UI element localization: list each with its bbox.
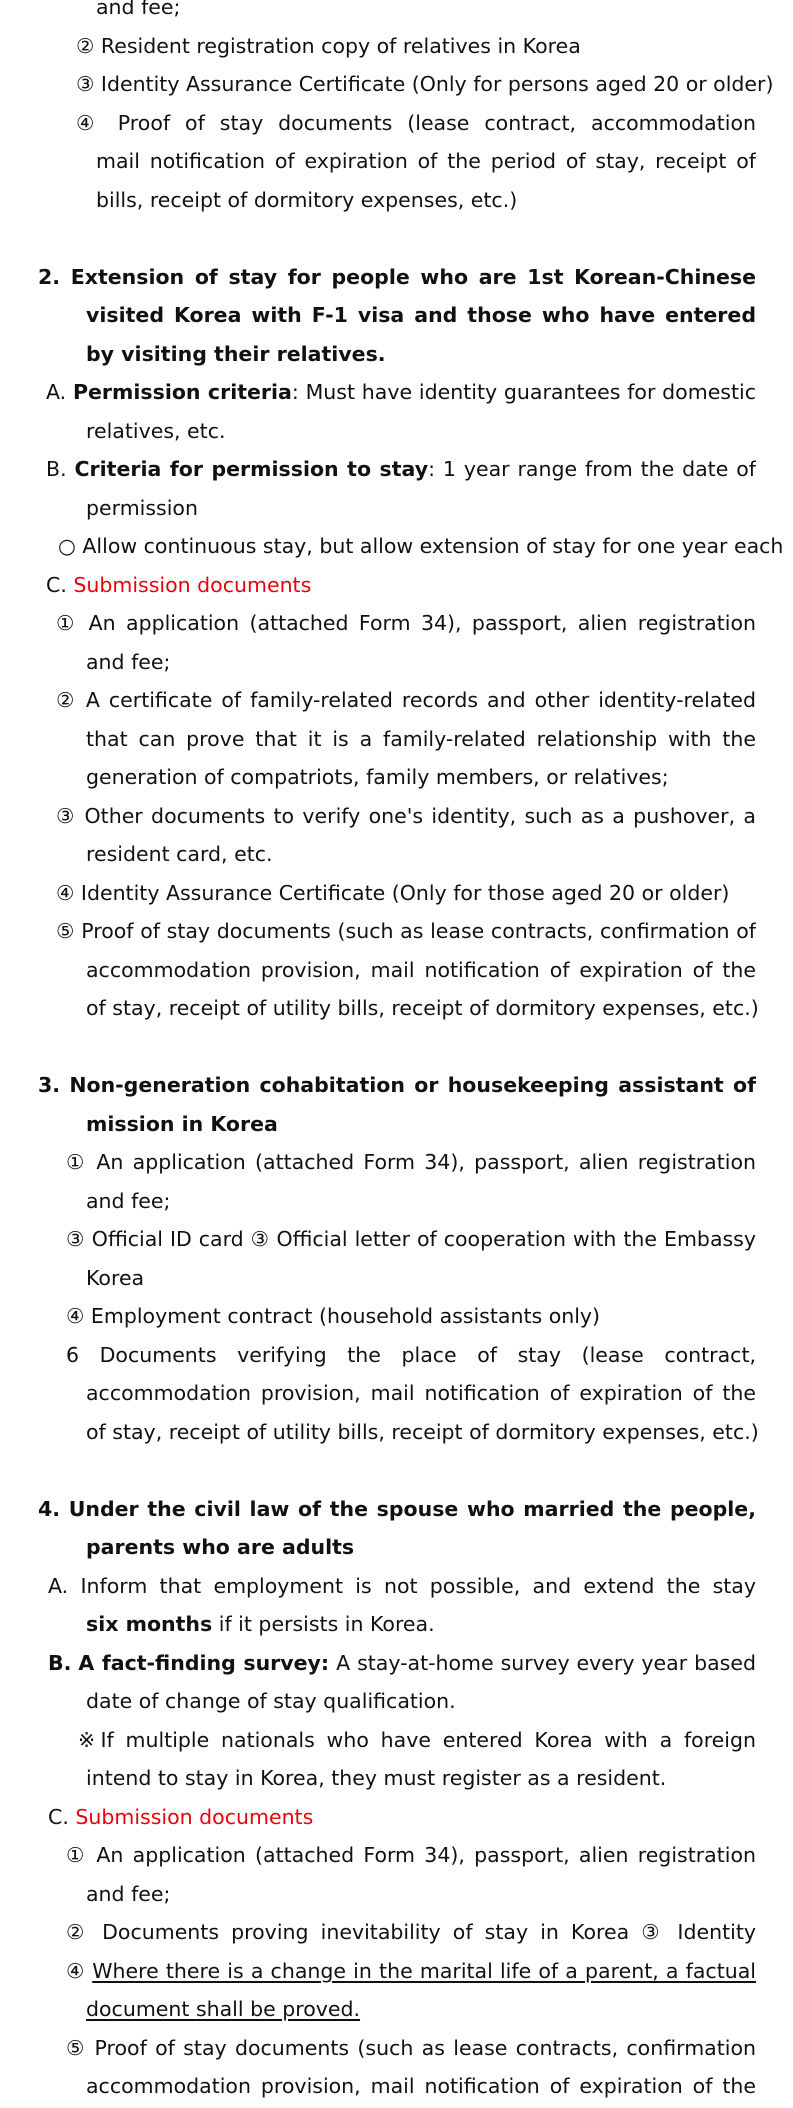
s2-heading-line2: visited Korea with F-1 visa and those wh… (86, 303, 756, 327)
s1-item-4-line3: bills, receipt of dormitory expenses, et… (96, 187, 518, 212)
s2-b-label: B. (46, 457, 67, 481)
s4-a-line1: A. Inform that employment is not possibl… (48, 1573, 756, 1598)
s2-item-2-line3: generation of compatriots, family member… (86, 765, 669, 789)
s3-item-1-line1: ① An application (attached Form 34), pas… (66, 1150, 756, 1174)
s2-a-text: : Must have identity guarantees for dome… (291, 380, 756, 404)
s2-item-2-line1: ② A certificate of family-related record… (56, 688, 756, 712)
s2-item-4: ④ Identity Assurance Certificate (Only f… (56, 880, 730, 905)
s3-item-2-line1: ③ Official ID card ③ Official letter of … (66, 1227, 756, 1251)
s4-item-4-text2: document shall be proved. (86, 1997, 361, 2021)
s4-note-line2: intend to stay in Korea, they must regis… (86, 1766, 667, 1790)
s4-item-5-line1: ⑤ Proof of stay documents (such as lease… (66, 2035, 756, 2060)
s2-b-text: : 1 year range from the date of (428, 457, 756, 481)
s4-item-1-line2: and fee; (86, 1881, 171, 1906)
s4-item-5-line2: accommodation provision, mail notificati… (86, 2074, 756, 2098)
s2-item-3-line2: resident card, etc. (86, 842, 273, 866)
s2-heading-line1: 2. Extension of stay for people who are … (38, 264, 756, 289)
s3-heading-line1: 3. Non-generation cohabitation or housek… (38, 1073, 756, 1097)
s4-c-title: Submission documents (75, 1804, 314, 1829)
s2-c-label: C. (46, 572, 67, 597)
s2-a-text-line2: relatives, etc. (86, 418, 226, 443)
s1-item-4-line1: ④ Proof of stay documents (lease contrac… (76, 110, 756, 135)
s4-item-4-marker: ④ (66, 1958, 86, 1983)
s2-item-1-line2: and fee; (86, 649, 171, 674)
s2-b-title: Criteria for permission to stay (74, 457, 429, 481)
s2-heading-line3: by visiting their relatives. (86, 341, 386, 366)
s4-b-line1: B. A fact-finding survey: A stay-at-home… (48, 1644, 756, 1683)
s3-item-4-line3: of stay, receipt of utility bills, recei… (86, 1419, 759, 1444)
s3-heading-line2: mission in Korea (86, 1111, 278, 1136)
s4-submission-heading: C. Submission documents (48, 1798, 756, 1837)
s3-item-3: ④ Employment contract (household assista… (66, 1304, 601, 1328)
s2-item-5-line1: ⑤ Proof of stay documents (such as lease… (56, 919, 756, 943)
s4-item-4-line1: ④ Where there is a change in the marital… (66, 1952, 756, 1991)
s2-item-3-line1: ③ Other documents to verify one's identi… (56, 803, 756, 828)
s4-a-rest: if it persists in Korea. (212, 1612, 435, 1636)
document-page: and fee; ② Resident registration copy of… (0, 0, 793, 2106)
s4-item-1-line1: ① An application (attached Form 34), pas… (66, 1843, 756, 1867)
s2-circle-note: ○ Allow continuous stay, but allow exten… (58, 534, 784, 558)
s4-b-line2: date of change of stay qualification. (86, 1689, 456, 1713)
s2-c-title: Submission documents (73, 572, 312, 597)
s4-a-bold: six months (86, 1612, 213, 1636)
s1-item-3: ③ Identity Assurance Certificate (Only f… (76, 72, 774, 96)
s1-fee-tail: and fee; (96, 0, 181, 19)
s2-item-2-line2: that can prove that it is a family-relat… (86, 726, 756, 751)
s4-item-4-text: Where there is a change in the marital l… (92, 1958, 756, 1983)
s4-item-2: ② Documents proving inevitability of sta… (66, 1920, 756, 1944)
s2-item-5-line2: accommodation provision, mail notificati… (86, 957, 756, 982)
s1-item-4-line2: mail notification of expiration of the p… (96, 149, 756, 173)
s3-item-4-line2: accommodation provision, mail notificati… (86, 1381, 756, 1405)
s4-c-label: C. (48, 1804, 69, 1829)
s4-heading-line1: 4. Under the civil law of the spouse who… (38, 1496, 756, 1521)
s2-item-5-line3: of stay, receipt of utility bills, recei… (86, 996, 759, 1020)
s2-b-text-line2: permission (86, 495, 198, 520)
s2-criteria-b: B. Criteria for permission to stay: 1 ye… (46, 450, 756, 489)
s3-item-1-line2: and fee; (86, 1188, 171, 1213)
s2-criteria-a: A. Permission criteria: Must have identi… (46, 373, 756, 412)
s4-item-4-line2: document shall be proved. (86, 1990, 756, 2029)
s2-submission-heading: C. Submission documents (46, 566, 756, 605)
s2-item-1-line1: ① An application (attached Form 34), pas… (56, 611, 756, 635)
s2-a-label: A. (46, 380, 67, 404)
s4-b-label: B. (48, 1650, 72, 1675)
s2-a-title: Permission criteria (72, 380, 292, 404)
s1-item-2: ② Resident registration copy of relative… (76, 33, 581, 58)
s4-b-title: A fact-finding survey: (78, 1650, 330, 1675)
s3-item-2-line2: Korea (86, 1265, 145, 1290)
s4-note-line1: ※If multiple nationals who have entered … (78, 1727, 756, 1752)
s4-heading-line2: parents who are adults (86, 1535, 355, 1559)
s3-item-4-line1: 6 Documents verifying the place of stay … (66, 1342, 756, 1367)
s4-a-line2: six months if it persists in Korea. (86, 1605, 756, 1644)
